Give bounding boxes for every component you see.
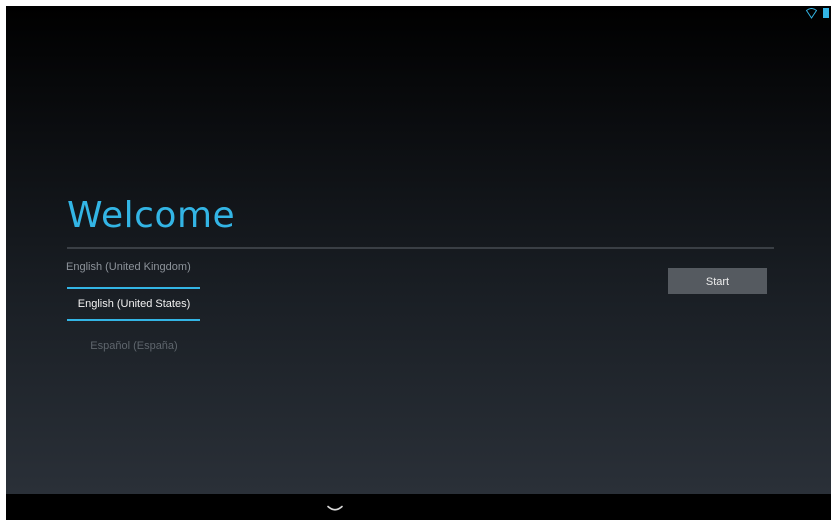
language-option-previous[interactable]: English (United Kingdom) <box>66 261 206 273</box>
navigation-bar <box>6 494 831 520</box>
wifi-icon <box>806 8 817 19</box>
title-divider <box>67 247 774 249</box>
page-title: Welcome <box>67 195 236 236</box>
language-option-next[interactable]: Español (España) <box>64 340 204 352</box>
status-bar <box>791 6 831 20</box>
selection-divider-bottom <box>67 319 200 321</box>
back-chevron-icon[interactable] <box>327 505 343 513</box>
selection-divider-top <box>67 287 200 289</box>
language-option-selected[interactable]: English (United States) <box>64 298 204 310</box>
battery-icon <box>823 8 829 18</box>
start-button[interactable]: Start <box>668 268 767 294</box>
setup-wizard-screen: Welcome English (United Kingdom) English… <box>6 6 831 494</box>
language-picker[interactable]: English (United Kingdom) English (United… <box>64 255 204 365</box>
device-screen: Welcome English (United Kingdom) English… <box>6 6 831 520</box>
